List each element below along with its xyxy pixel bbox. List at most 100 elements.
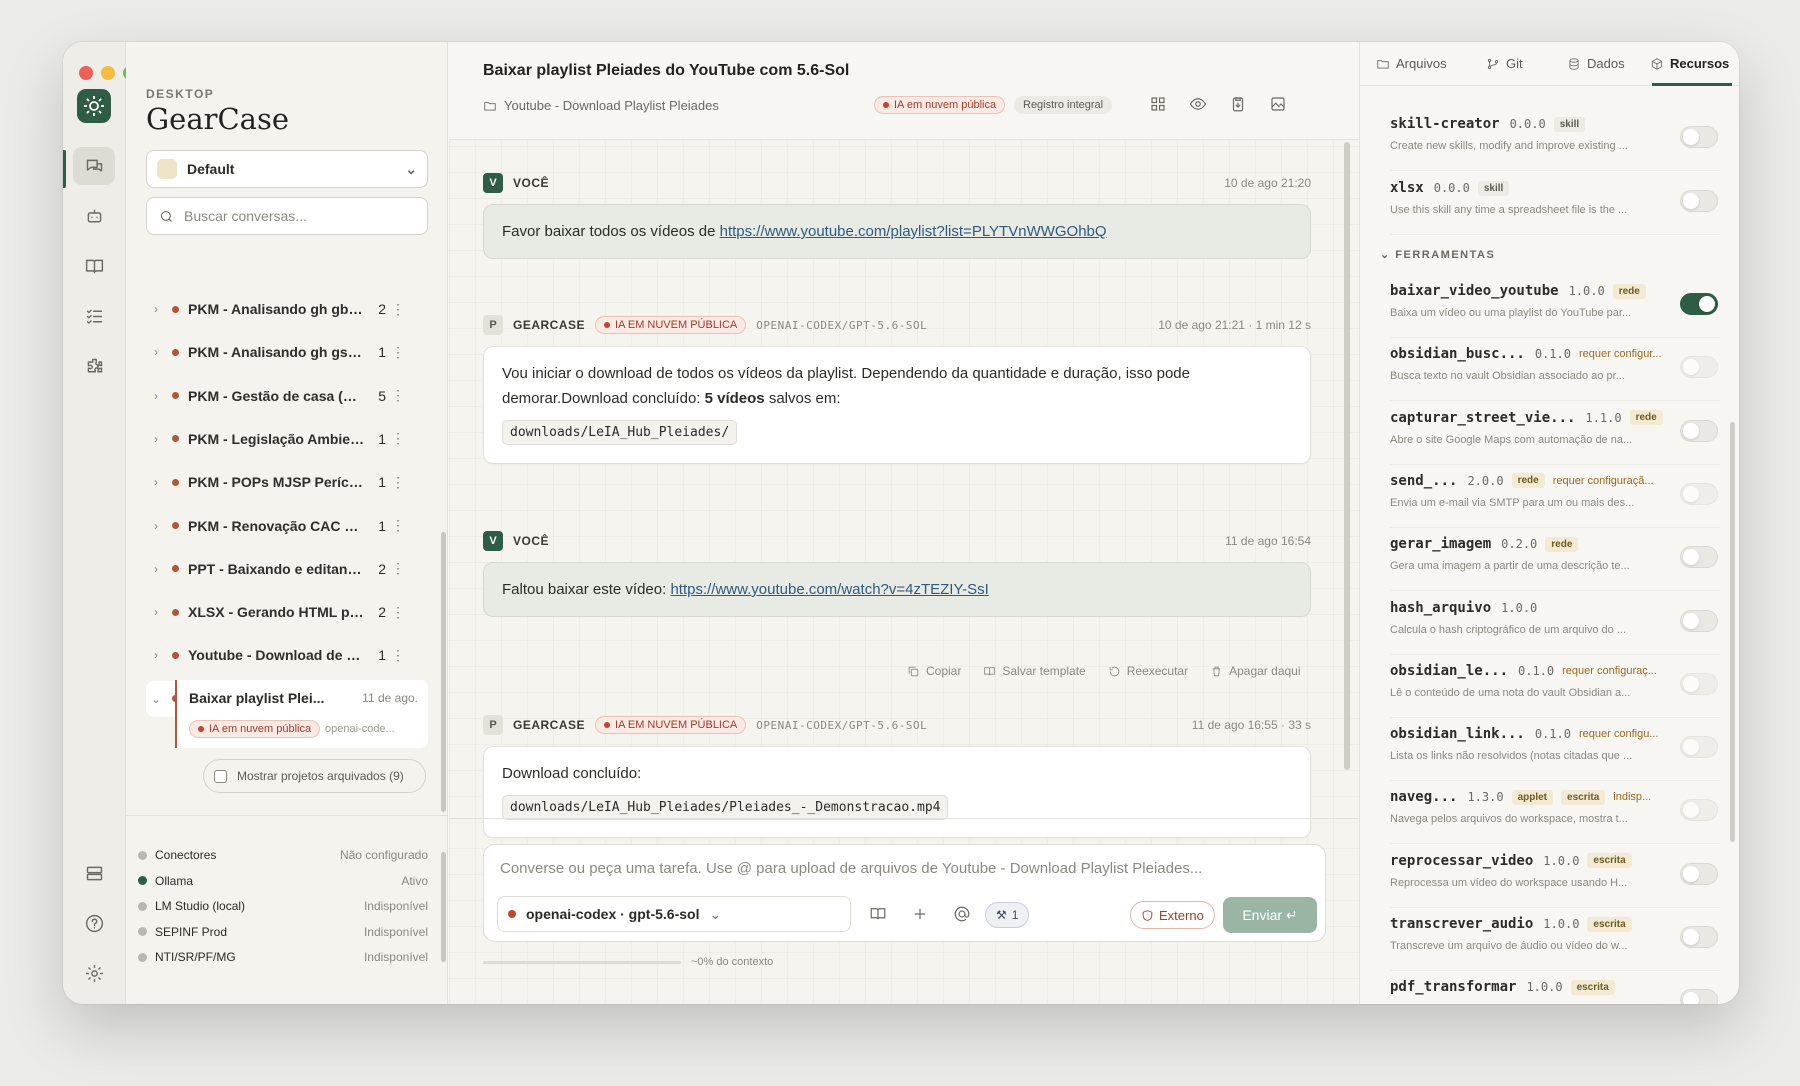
more-vertical-icon[interactable]: ⋮ bbox=[386, 387, 410, 404]
tool-toggle[interactable] bbox=[1680, 989, 1718, 1004]
tool-divider bbox=[1390, 716, 1720, 718]
library-nav-button[interactable] bbox=[73, 247, 115, 285]
tab-git-label: Git bbox=[1506, 56, 1523, 71]
more-vertical-icon[interactable]: ⋮ bbox=[386, 301, 410, 318]
conversation-item[interactable]: › PPT - Baixando e editand... 2 ⋮ bbox=[146, 551, 416, 587]
chevron-down-icon[interactable]: ⌄ bbox=[146, 692, 166, 706]
close-window-button[interactable] bbox=[79, 66, 93, 80]
providers-scrollbar[interactable] bbox=[441, 852, 446, 962]
conversation-item[interactable]: › PKM - Legislação Ambien... 1 ⋮ bbox=[146, 421, 416, 457]
layout-button[interactable] bbox=[1149, 95, 1169, 115]
provider-item[interactable]: Ollama Ativo bbox=[138, 870, 428, 892]
profile-select[interactable]: Default ⌄ bbox=[146, 150, 428, 188]
more-vertical-icon[interactable]: ⋮ bbox=[386, 344, 410, 361]
more-vertical-icon[interactable]: ⋮ bbox=[386, 517, 410, 534]
chevron-right-icon[interactable]: › bbox=[146, 475, 166, 489]
show-archived-toggle[interactable]: Mostrar projetos arquivados (9) bbox=[203, 759, 426, 793]
attach-button[interactable] bbox=[911, 905, 931, 925]
chevron-right-icon[interactable]: › bbox=[146, 389, 166, 403]
tab-resources[interactable]: Recursos bbox=[1650, 56, 1729, 71]
chevron-right-icon[interactable]: › bbox=[146, 432, 166, 446]
conversation-item[interactable]: › PKM - POPs MJSP Perícia ... 1 ⋮ bbox=[146, 464, 416, 500]
message-author: GEARCASE bbox=[513, 718, 586, 732]
tool-divider bbox=[1390, 526, 1720, 528]
tool-toggle[interactable] bbox=[1680, 862, 1718, 885]
project-breadcrumb[interactable]: Youtube - Download Playlist Pleiades bbox=[483, 98, 719, 113]
delete-from-here-button[interactable]: Apagar daqui bbox=[1210, 664, 1301, 678]
chevron-right-icon[interactable]: › bbox=[146, 302, 166, 316]
tool-toggle[interactable] bbox=[1680, 546, 1718, 569]
tool-toggle[interactable] bbox=[1680, 736, 1718, 759]
minimize-window-button[interactable] bbox=[101, 66, 115, 80]
tab-git[interactable]: Git bbox=[1486, 56, 1523, 71]
conversation-item[interactable]: › PKM - Analisando gh gsta... 1 ⋮ bbox=[146, 334, 416, 370]
tool-toggle[interactable] bbox=[1680, 126, 1718, 148]
model-picker[interactable]: openai-codex · gpt-5.6-sol ⌄ bbox=[497, 896, 851, 932]
conversation-item[interactable]: › PKM - Analisando gh gbra... 2 ⋮ bbox=[146, 291, 416, 327]
tool-toggle[interactable] bbox=[1680, 672, 1718, 695]
tool-toggle[interactable] bbox=[1680, 482, 1718, 505]
plugins-nav-button[interactable] bbox=[73, 347, 115, 385]
mention-button[interactable] bbox=[953, 905, 973, 925]
tasks-nav-button[interactable] bbox=[73, 297, 115, 335]
external-toggle[interactable]: Externo bbox=[1130, 901, 1215, 929]
chevron-right-icon[interactable]: › bbox=[146, 345, 166, 359]
agents-nav-button[interactable] bbox=[73, 197, 115, 235]
video-link[interactable]: https://www.youtube.com/watch?v=4zTEZIY-… bbox=[670, 581, 988, 598]
tool-toggle[interactable] bbox=[1680, 293, 1718, 315]
chat-scrollbar[interactable] bbox=[1344, 142, 1350, 770]
tool-toggle[interactable] bbox=[1680, 609, 1718, 632]
conversation-item[interactable]: › PKM - Renovação CAC e ... 1 ⋮ bbox=[146, 508, 416, 544]
chat-nav-button[interactable] bbox=[73, 147, 115, 185]
chevron-right-icon[interactable]: › bbox=[146, 562, 166, 576]
tools-counter[interactable]: ⚒ 1 bbox=[985, 902, 1030, 928]
conversation-item[interactable]: › Youtube - Download de ví... 1 ⋮ bbox=[146, 637, 416, 673]
conversation-item[interactable]: › XLSX - Gerando HTML pa... 2 ⋮ bbox=[146, 594, 416, 630]
settings-nav-button[interactable] bbox=[73, 954, 115, 992]
export-button[interactable] bbox=[1229, 95, 1249, 115]
preview-button[interactable] bbox=[1189, 95, 1209, 115]
conversation-thread-item[interactable]: Baixar playlist Plei... 11 de ago. IA em… bbox=[175, 680, 428, 748]
provider-item[interactable]: SEPINF Prod Indisponível bbox=[138, 921, 428, 943]
tool-toggle[interactable] bbox=[1680, 419, 1718, 442]
tool-name: skill-creator bbox=[1390, 116, 1500, 132]
tool-toggle[interactable] bbox=[1680, 926, 1718, 948]
provider-item[interactable]: Conectores Não configurado bbox=[138, 844, 428, 866]
more-vertical-icon[interactable]: ⋮ bbox=[386, 474, 410, 491]
library-button[interactable] bbox=[869, 905, 889, 925]
sidebar-scrollbar[interactable] bbox=[441, 532, 446, 812]
chevron-right-icon[interactable]: › bbox=[146, 648, 166, 662]
tool-toggle[interactable] bbox=[1680, 799, 1718, 822]
storage-nav-button[interactable] bbox=[73, 854, 115, 892]
more-vertical-icon[interactable]: ⋮ bbox=[386, 604, 410, 621]
provider-item[interactable]: NTI/SR/PF/MG Indisponível bbox=[138, 946, 428, 968]
tab-files[interactable]: Arquivos bbox=[1376, 56, 1447, 71]
help-nav-button[interactable] bbox=[73, 904, 115, 942]
provider-item[interactable]: LM Studio (local) Indisponível bbox=[138, 895, 428, 917]
chevron-right-icon[interactable]: › bbox=[146, 519, 166, 533]
more-vertical-icon[interactable]: ⋮ bbox=[386, 647, 410, 664]
composer-input[interactable]: Converse ou peça uma tarefa. Use @ para … bbox=[500, 860, 1202, 877]
tab-data[interactable]: Dados bbox=[1567, 56, 1625, 71]
image-button[interactable] bbox=[1269, 95, 1289, 115]
panel-scrollbar[interactable] bbox=[1730, 422, 1735, 842]
tool-toggle[interactable] bbox=[1680, 356, 1718, 379]
tool-toggle[interactable] bbox=[1680, 190, 1718, 212]
save-template-button[interactable]: Salvar template bbox=[983, 664, 1086, 678]
tools-section-header[interactable]: ⌄ FERRAMENTAS bbox=[1380, 248, 1495, 261]
copy-button[interactable]: Copiar bbox=[907, 664, 961, 678]
conversation-item[interactable]: › PKM - Gestão de casa (Cl... 5 ⋮ bbox=[146, 378, 416, 414]
archived-checkbox[interactable] bbox=[214, 769, 227, 783]
more-vertical-icon[interactable]: ⋮ bbox=[386, 430, 410, 447]
search-conversations-input[interactable]: Buscar conversas... bbox=[146, 197, 428, 235]
conversation-title: PKM - Analisando gh gsta... bbox=[188, 344, 366, 361]
more-options-button[interactable] bbox=[1309, 95, 1329, 115]
playlist-link[interactable]: https://www.youtube.com/playlist?list=PL… bbox=[720, 223, 1107, 240]
tool-version: 1.0.0 bbox=[1501, 600, 1538, 615]
chevron-right-icon[interactable]: › bbox=[146, 605, 166, 619]
warning-dot-icon bbox=[172, 608, 179, 616]
more-vertical-icon[interactable]: ⋮ bbox=[386, 560, 410, 577]
conversation-count: 1 bbox=[378, 344, 386, 361]
rerun-button[interactable]: Reexecutar bbox=[1108, 664, 1188, 678]
send-button[interactable]: Enviar ↵ bbox=[1223, 897, 1317, 933]
